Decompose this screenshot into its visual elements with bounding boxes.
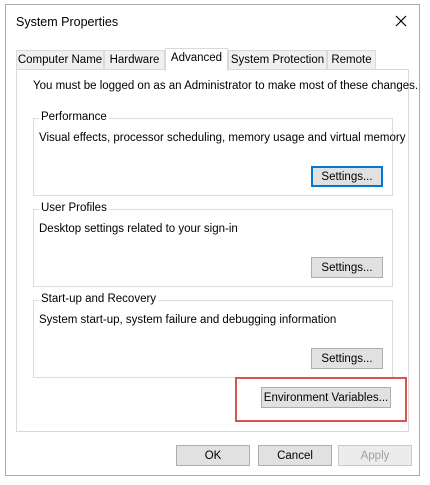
apply-button[interactable]: Apply [338, 445, 412, 466]
highlight-box [235, 377, 407, 422]
startup-recovery-description: System start-up, system failure and debu… [39, 314, 337, 326]
startup-recovery-title: Start-up and Recovery [39, 293, 159, 305]
performance-title: Performance [39, 111, 109, 123]
startup-recovery-group: Start-up and Recovery System start-up, s… [33, 293, 393, 378]
tab-advanced[interactable]: Advanced [165, 48, 228, 71]
close-button[interactable] [383, 5, 419, 37]
performance-settings-button[interactable]: Settings... [311, 166, 383, 187]
title-bar: System Properties [6, 5, 419, 37]
user-profiles-title: User Profiles [39, 202, 109, 214]
tab-remote[interactable]: Remote [327, 50, 376, 70]
window-title: System Properties [16, 15, 119, 29]
startup-recovery-settings-button[interactable]: Settings... [311, 348, 383, 369]
system-properties-dialog: System Properties Computer Name Hardware… [5, 4, 420, 476]
cancel-button[interactable]: Cancel [258, 445, 332, 466]
performance-group: Performance Visual effects, processor sc… [33, 111, 405, 196]
tab-computer-name[interactable]: Computer Name [16, 50, 104, 70]
performance-description: Visual effects, processor scheduling, me… [39, 132, 406, 144]
user-profiles-group: User Profiles Desktop settings related t… [33, 202, 393, 287]
user-profiles-settings-button[interactable]: Settings... [311, 257, 383, 278]
admin-notice: You must be logged on as an Administrato… [33, 80, 419, 92]
close-icon [395, 15, 407, 27]
user-profiles-description: Desktop settings related to your sign-in [39, 223, 238, 235]
ok-button[interactable]: OK [176, 445, 250, 466]
tab-system-protection[interactable]: System Protection [228, 50, 327, 70]
tab-hardware[interactable]: Hardware [104, 50, 165, 70]
